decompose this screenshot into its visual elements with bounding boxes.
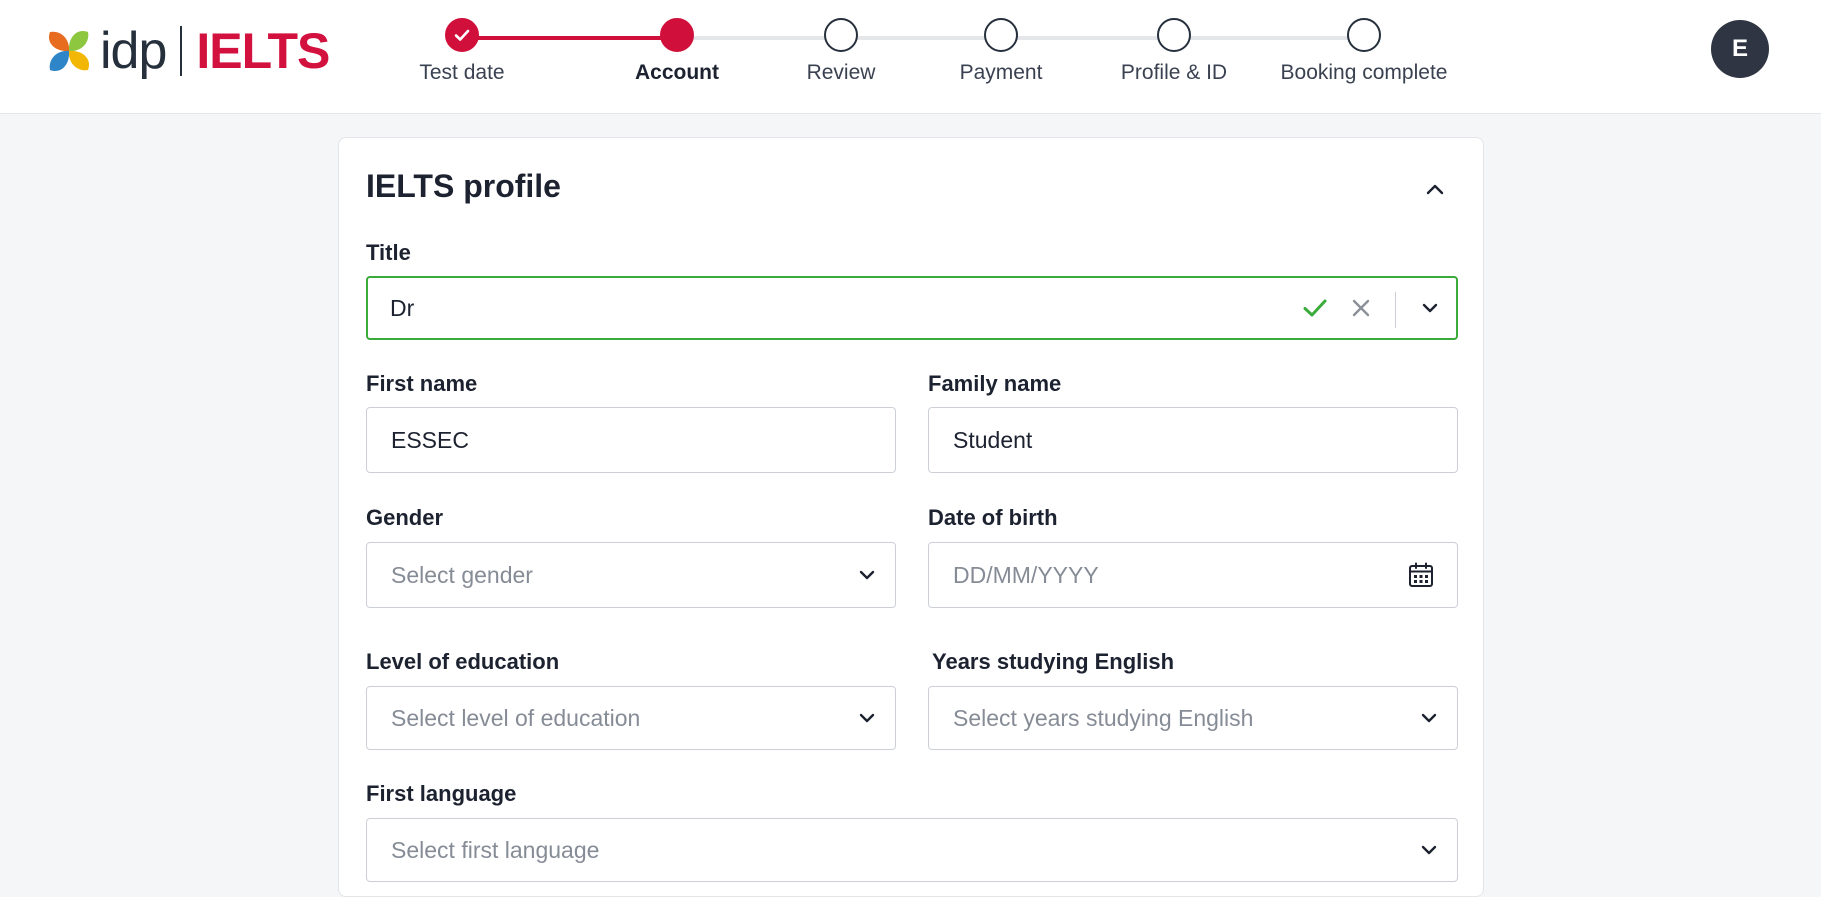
dob-field[interactable] (928, 542, 1458, 608)
years-english-label: Years studying English (932, 649, 1175, 674)
top-header: idp IELTS Test date Account Review Payme… (0, 0, 1821, 114)
family-name-label: Family name (928, 371, 1062, 396)
first-name-field[interactable] (366, 407, 896, 473)
first-language-select-value[interactable] (391, 819, 1209, 881)
step-profile-id[interactable]: Profile & ID (1074, 18, 1274, 85)
title-select-value[interactable] (390, 278, 1206, 338)
gender-select[interactable] (366, 542, 896, 608)
check-icon (454, 29, 470, 41)
collapse-section-button[interactable] (1421, 176, 1449, 204)
user-avatar[interactable]: E (1711, 20, 1769, 78)
years-english-select[interactable] (928, 686, 1458, 750)
select-divider (1395, 292, 1396, 328)
step-label: Test date (419, 61, 505, 84)
step-booking-complete[interactable]: Booking complete (1264, 18, 1464, 85)
title-label: Title (366, 240, 411, 265)
first-name-input[interactable] (391, 408, 787, 472)
education-select[interactable] (366, 686, 896, 750)
gender-label: Gender (366, 505, 444, 530)
chevron-down-icon[interactable] (1418, 296, 1442, 320)
education-select-value[interactable] (391, 687, 787, 749)
first-language-label: First language (366, 781, 517, 806)
ielts-profile-card: IELTS profile Title First name Family na… (338, 137, 1484, 897)
years-english-select-value[interactable] (953, 687, 1349, 749)
family-name-input[interactable] (953, 408, 1349, 472)
family-name-field[interactable] (928, 407, 1458, 473)
dob-label: Date of birth (928, 505, 1058, 530)
chevron-down-icon (1417, 838, 1441, 862)
chevron-down-icon (1417, 706, 1441, 730)
first-name-label: First name (366, 371, 478, 396)
calendar-icon[interactable] (1407, 561, 1435, 589)
step-label: Payment (959, 61, 1043, 84)
step-active-marker (660, 18, 694, 52)
step-pending-marker (1347, 18, 1381, 52)
step-payment[interactable]: Payment (901, 18, 1101, 85)
step-label: Profile & ID (1120, 61, 1228, 84)
first-language-select[interactable] (366, 818, 1458, 882)
step-pending-marker (1157, 18, 1191, 52)
card-title: IELTS profile (366, 168, 561, 204)
clear-close-icon[interactable] (1350, 297, 1372, 319)
step-label: Booking complete (1280, 61, 1448, 84)
chevron-up-icon (1426, 184, 1444, 195)
chevron-down-icon (855, 706, 879, 730)
dob-input[interactable] (953, 543, 1349, 607)
title-select[interactable] (366, 276, 1458, 340)
education-label: Level of education (366, 649, 560, 674)
check-icon (1302, 295, 1328, 321)
chevron-down-icon (855, 563, 879, 587)
step-pending-marker (984, 18, 1018, 52)
step-pending-marker (824, 18, 858, 52)
step-done-marker (445, 18, 479, 52)
gender-select-value[interactable] (391, 543, 787, 607)
step-test-date[interactable]: Test date (362, 18, 562, 85)
booking-progress-stepper: Test date Account Review Payment Profile… (0, 0, 1821, 114)
